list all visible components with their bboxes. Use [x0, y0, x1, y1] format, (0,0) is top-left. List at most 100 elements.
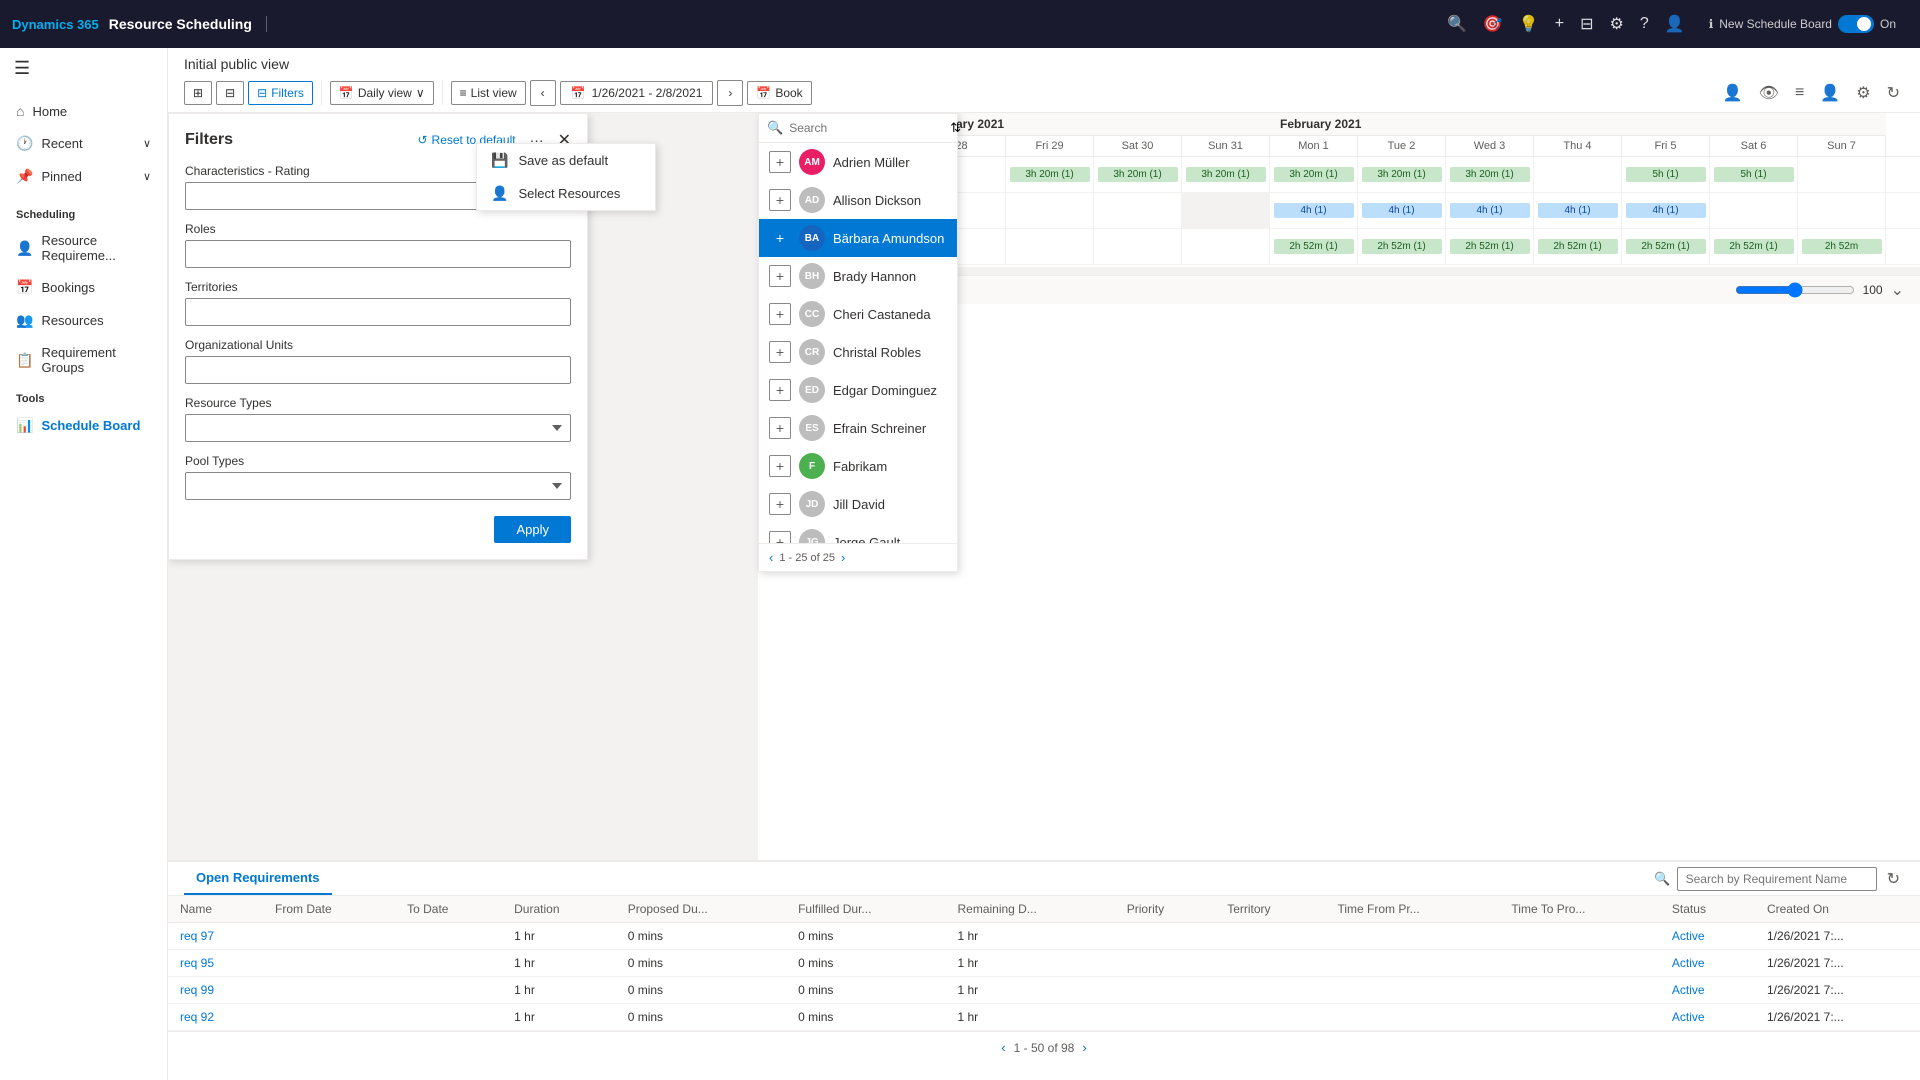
status-badge[interactable]: Active	[1672, 929, 1705, 943]
booking-pill[interactable]: 3h 20m (1)	[1186, 167, 1266, 182]
booking-pill[interactable]: 3h 20m (1)	[1274, 167, 1354, 182]
add-person-button[interactable]: +	[769, 493, 791, 515]
settings-button[interactable]: ⚙	[1852, 81, 1874, 105]
settings-icon[interactable]: ⚙	[1610, 14, 1624, 34]
goal-icon[interactable]: 🎯	[1483, 14, 1503, 34]
booking-pill[interactable]: 2h 52m (1)	[1626, 239, 1706, 254]
pool-types-select[interactable]	[185, 472, 571, 500]
people-search-input[interactable]	[789, 121, 944, 135]
list-item[interactable]: + CR Christal Robles	[759, 333, 957, 371]
entry-cell[interactable]: 2h 52m (1)	[1446, 229, 1534, 264]
list-item[interactable]: + ES Efrain Schreiner	[759, 409, 957, 447]
sidebar-item-recent[interactable]: 🕐 Recent ∨	[0, 127, 167, 160]
entry-cell[interactable]: 4h (1)	[1358, 193, 1446, 228]
entry-cell[interactable]: 2h 52m (1)	[1270, 229, 1358, 264]
list-item[interactable]: + BH Brady Hannon	[759, 257, 957, 295]
booking-pill[interactable]: 4h (1)	[1274, 203, 1354, 218]
booking-pill[interactable]: 5h (1)	[1714, 167, 1794, 182]
list-item[interactable]: + CC Cheri Castaneda	[759, 295, 957, 333]
booking-pill[interactable]: 2h 52m (1)	[1538, 239, 1618, 254]
booking-pill[interactable]: 3h 20m (1)	[1098, 167, 1178, 182]
requirements-search-input[interactable]	[1677, 867, 1877, 891]
list-item[interactable]: + BA Bärbara Amundson	[759, 219, 957, 257]
date-range-button[interactable]: 📅 1/26/2021 - 2/8/2021	[560, 81, 714, 105]
booking-pill[interactable]: 3h 20m (1)	[1010, 167, 1090, 182]
list-item[interactable]: + AD Allison Dickson	[759, 181, 957, 219]
entry-cell[interactable]: 4h (1)	[1446, 193, 1534, 228]
booking-pill[interactable]: 5h (1)	[1626, 167, 1706, 182]
booking-pill[interactable]: 2h 52m (1)	[1714, 239, 1794, 254]
split-view-button[interactable]: ⊟	[216, 81, 244, 105]
filter-icon[interactable]: ⊟	[1580, 14, 1593, 34]
apply-button[interactable]: Apply	[494, 516, 571, 543]
prev-req-page-button[interactable]: ‹	[1001, 1040, 1005, 1055]
add-person-button[interactable]: +	[769, 151, 791, 173]
next-date-button[interactable]: ›	[717, 80, 743, 106]
add-person-button[interactable]: +	[769, 265, 791, 287]
booking-pill[interactable]: 4h (1)	[1450, 203, 1530, 218]
select-resources-item[interactable]: 👤 Select Resources	[477, 177, 655, 210]
entry-cell[interactable]: 3h 20m (1)	[1094, 157, 1182, 192]
add-person-button[interactable]: +	[769, 341, 791, 363]
booking-pill[interactable]: 2h 52m (1)	[1274, 239, 1354, 254]
refresh-button[interactable]: ↻	[1883, 81, 1904, 105]
profile-icon[interactable]: 👤	[1665, 14, 1685, 34]
search-icon[interactable]: 🔍	[1447, 14, 1467, 34]
rows-button[interactable]: ≡	[1791, 82, 1808, 104]
add-icon[interactable]: +	[1555, 15, 1564, 33]
entry-cell[interactable]: 3h 20m (1)	[1006, 157, 1094, 192]
next-page-button[interactable]: ›	[841, 550, 845, 565]
sidebar-item-bookings[interactable]: 📅 Bookings	[0, 271, 167, 304]
booking-pill[interactable]: 4h (1)	[1626, 203, 1706, 218]
eye-button[interactable]: 👁	[1755, 81, 1783, 105]
status-badge[interactable]: Active	[1672, 983, 1705, 997]
territories-input[interactable]	[185, 298, 571, 326]
booking-pill[interactable]: 2h 52m (1)	[1450, 239, 1530, 254]
tab-open-requirements[interactable]: Open Requirements	[184, 862, 332, 895]
entry-cell[interactable]: 3h 20m (1)	[1358, 157, 1446, 192]
list-item[interactable]: + AM Adrien Müller	[759, 143, 957, 181]
roles-input[interactable]	[185, 240, 571, 268]
zoom-slider[interactable]	[1735, 282, 1855, 298]
list-view-button[interactable]: ≡ List view	[451, 81, 526, 105]
list-item[interactable]: + JG Jorge Gault	[759, 523, 957, 543]
req-link[interactable]: req 97	[180, 929, 214, 943]
entry-cell[interactable]: 4h (1)	[1622, 193, 1710, 228]
next-req-page-button[interactable]: ›	[1082, 1040, 1086, 1055]
booking-pill[interactable]: 2h 52m	[1802, 239, 1882, 254]
hamburger-menu[interactable]: ☰	[0, 48, 167, 89]
entry-cell[interactable]: 3h 20m (1)	[1182, 157, 1270, 192]
org-units-input[interactable]	[185, 356, 571, 384]
entry-cell[interactable]: 2h 52m (1)	[1622, 229, 1710, 264]
sidebar-item-pinned[interactable]: 📌 Pinned ∨	[0, 160, 167, 193]
lightbulb-icon[interactable]: 💡	[1519, 14, 1539, 34]
booking-pill[interactable]: 4h (1)	[1538, 203, 1618, 218]
sidebar-item-resources[interactable]: 👥 Resources	[0, 304, 167, 337]
filters-button[interactable]: ⊟ Filters	[248, 81, 313, 105]
user-config-button[interactable]: 👤	[1816, 81, 1844, 105]
req-link[interactable]: req 95	[180, 956, 214, 970]
add-person-button[interactable]: +	[769, 189, 791, 211]
sidebar-item-req-groups[interactable]: 📋 Requirement Groups	[0, 337, 167, 383]
grid-view-button[interactable]: ⊞	[184, 81, 212, 105]
list-item[interactable]: + ED Edgar Dominguez	[759, 371, 957, 409]
entry-cell[interactable]: 3h 20m (1)	[1446, 157, 1534, 192]
add-person-button[interactable]: +	[769, 531, 791, 543]
prev-page-button[interactable]: ‹	[769, 550, 773, 565]
sidebar-item-schedule-board[interactable]: 📊 Schedule Board	[0, 409, 167, 442]
resource-view-button[interactable]: 👤	[1719, 81, 1747, 105]
expand-requirements-button[interactable]: ⌄	[1891, 280, 1904, 300]
entry-cell[interactable]: 5h (1)	[1710, 157, 1798, 192]
status-badge[interactable]: Active	[1672, 956, 1705, 970]
req-link[interactable]: req 92	[180, 1010, 214, 1024]
req-link[interactable]: req 99	[180, 983, 214, 997]
refresh-req-button[interactable]: ↻	[1883, 867, 1904, 891]
sidebar-item-home[interactable]: ⌂ Home	[0, 95, 167, 127]
list-item[interactable]: + F Fabrikam	[759, 447, 957, 485]
prev-date-button[interactable]: ‹	[530, 80, 556, 106]
entry-cell[interactable]: 2h 52m	[1798, 229, 1886, 264]
entry-cell[interactable]: 5h (1)	[1622, 157, 1710, 192]
add-person-button[interactable]: +	[769, 379, 791, 401]
toggle-switch[interactable]	[1838, 15, 1874, 33]
help-icon[interactable]: ?	[1640, 15, 1649, 33]
